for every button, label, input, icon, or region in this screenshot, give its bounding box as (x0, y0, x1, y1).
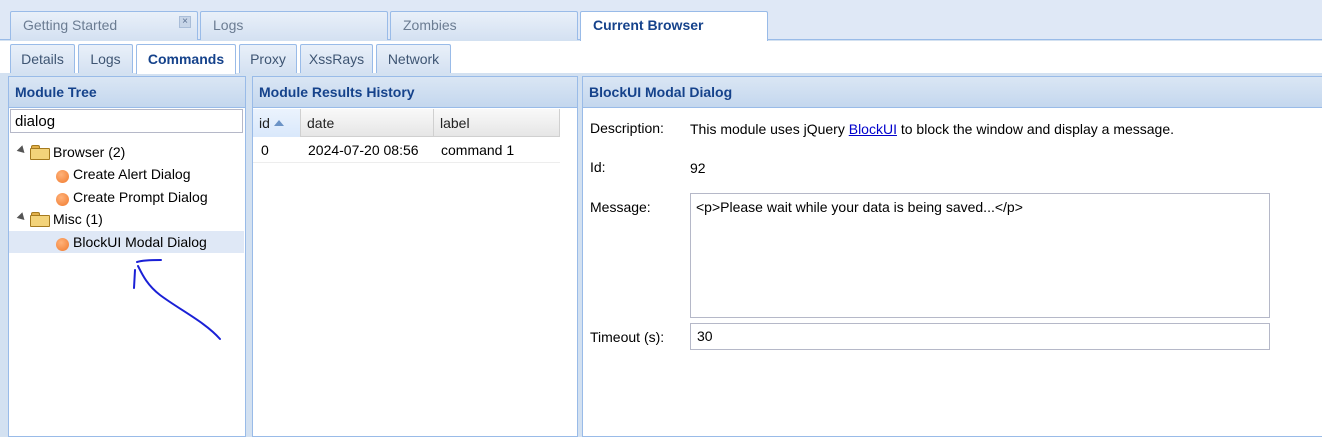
module-detail-title: BlockUI Modal Dialog (583, 77, 1322, 108)
module-detail-panel: BlockUI Modal Dialog Description: This m… (582, 76, 1322, 437)
description-label: Description: (590, 120, 664, 136)
tree-item-create-alert-dialog[interactable]: Create Alert Dialog (9, 163, 244, 185)
tree-folder-browser[interactable]: Browser (2) (9, 141, 244, 163)
subtab-label: Details (21, 51, 64, 67)
description-text-part: to block the window and display a messag… (896, 121, 1175, 137)
id-value: 92 (690, 160, 706, 176)
timeout-input[interactable]: 30 (690, 323, 1270, 350)
subtab-label: Commands (147, 51, 225, 67)
browser-sub-tab-bar: Details Logs Commands Proxy XssRays Netw… (0, 41, 1322, 74)
results-history-panel: Module Results History id date label 0 2… (252, 76, 578, 437)
cell-id: 0 (261, 142, 269, 158)
module-status-icon (56, 170, 69, 183)
table-row[interactable]: 0 2024-07-20 08:56 command 1 (253, 138, 560, 163)
close-icon[interactable]: × (179, 16, 191, 28)
column-header-id[interactable]: id (253, 109, 301, 137)
module-search-input[interactable] (10, 109, 243, 133)
column-label: label (440, 115, 470, 131)
subtab-proxy[interactable]: Proxy (239, 44, 297, 73)
results-table-header: id date label (253, 109, 560, 137)
column-header-date[interactable]: date (301, 109, 434, 137)
tab-zombies[interactable]: Zombies (390, 11, 578, 40)
message-label: Message: (590, 199, 651, 215)
subtab-commands[interactable]: Commands (136, 44, 236, 74)
annotation-arrow-icon (133, 259, 221, 340)
timeout-label: Timeout (s): (590, 329, 665, 345)
tab-label: Current Browser (593, 17, 704, 33)
main-tab-bar: Getting Started × Logs Zombies Current B… (0, 0, 1322, 41)
tree-folder-misc[interactable]: Misc (1) (9, 208, 244, 230)
description-text: This module uses jQuery BlockUI to block… (690, 121, 1174, 137)
expand-toggle-icon[interactable] (16, 212, 28, 223)
column-label: date (307, 115, 335, 131)
tree-node-label: BlockUI Modal Dialog (73, 234, 207, 250)
module-tree-title: Module Tree (9, 77, 245, 108)
tree-node-label: Browser (2) (53, 144, 126, 160)
tab-label: Logs (213, 17, 244, 33)
tree-node-label: Create Alert Dialog (73, 166, 191, 182)
cell-date: 2024-07-20 08:56 (308, 142, 419, 158)
tree-node-label: Misc (1) (53, 211, 103, 227)
subtab-xssrays[interactable]: XssRays (300, 44, 373, 73)
tab-label: Zombies (403, 17, 457, 33)
subtab-label: Proxy (250, 51, 286, 67)
module-status-icon (56, 238, 69, 251)
subtab-details[interactable]: Details (10, 44, 75, 73)
expand-toggle-icon[interactable] (16, 145, 28, 156)
subtab-network[interactable]: Network (376, 44, 451, 73)
id-label: Id: (590, 159, 606, 175)
folder-icon (30, 212, 50, 227)
subtab-logs[interactable]: Logs (78, 44, 133, 73)
tree-node-label: Create Prompt Dialog (73, 189, 208, 205)
tree-item-create-prompt-dialog[interactable]: Create Prompt Dialog (9, 186, 244, 208)
folder-icon (30, 145, 50, 160)
column-label: id (259, 115, 270, 131)
column-header-label[interactable]: label (434, 109, 560, 137)
tab-current-browser[interactable]: Current Browser (580, 11, 768, 41)
tab-logs[interactable]: Logs (200, 11, 388, 40)
subtab-label: Logs (90, 51, 121, 67)
sort-ascending-icon (273, 120, 284, 126)
subtab-label: Network (387, 51, 440, 67)
module-status-icon (56, 193, 69, 206)
description-text-part: This module uses jQuery (690, 121, 849, 137)
blockui-link[interactable]: BlockUI (849, 121, 897, 137)
tab-getting-started[interactable]: Getting Started × (10, 11, 198, 40)
results-history-title: Module Results History (253, 77, 577, 108)
message-textarea[interactable]: <p>Please wait while your data is being … (690, 193, 1270, 318)
tab-label: Getting Started (23, 17, 118, 33)
subtab-label: XssRays (308, 51, 365, 67)
cell-label: command 1 (441, 142, 515, 158)
